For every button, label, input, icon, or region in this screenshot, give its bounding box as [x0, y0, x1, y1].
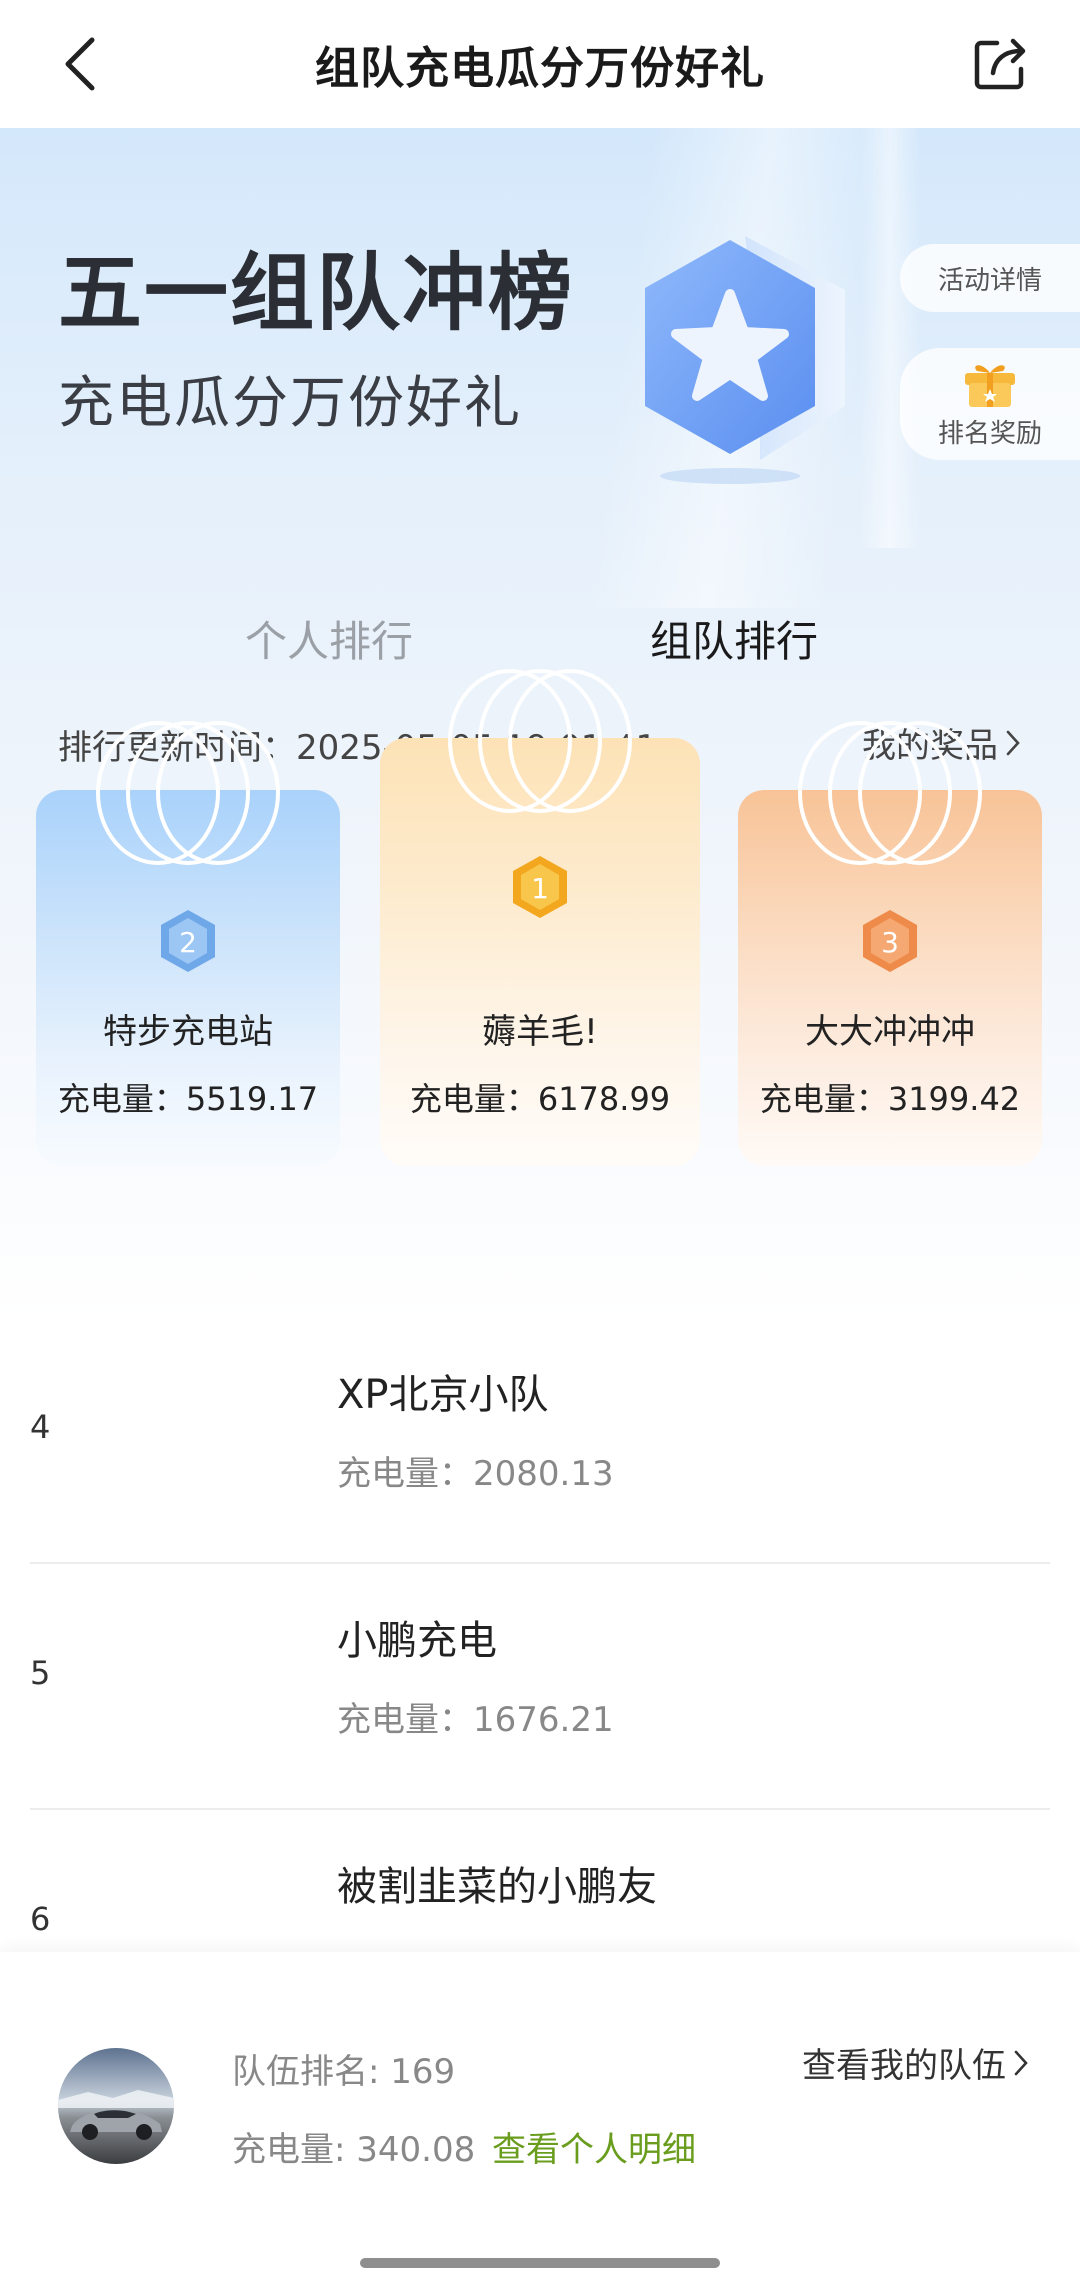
back-button[interactable] [50, 34, 110, 94]
gift-box-icon [965, 364, 1015, 407]
podium-card-first[interactable]: 1 薅羊毛! 充电量：6178.99 [380, 669, 700, 1166]
star-hexagon-badge-icon [645, 236, 845, 484]
tab-team-ranking[interactable]: 组队排行 [650, 608, 818, 669]
rank-2-medal-icon: 2 [161, 910, 215, 972]
view-my-team-link[interactable]: 查看我的队伍 [802, 2038, 1030, 2087]
car-avatar-icon [58, 2048, 174, 2164]
rings-decoration-icon [448, 669, 632, 813]
list-item[interactable]: 4 XP北京小队 充电量：2080.13 [0, 1318, 1080, 1564]
hero-title: 五一组队冲榜 [58, 244, 575, 342]
svg-text:2: 2 [179, 926, 197, 959]
avatar [58, 2048, 174, 2164]
svg-text:3: 3 [881, 926, 899, 959]
team-charge: 充电量：2080.13 [337, 1454, 614, 1494]
rank-number: 6 [30, 1900, 51, 1938]
team-name: 小鹏充电 [337, 1618, 497, 1664]
rank-reward-button[interactable]: 排名奖励 [900, 348, 1080, 460]
share-icon [974, 38, 1026, 90]
team-charge: 充电量：1676.21 [337, 1700, 614, 1740]
chevron-right-icon [1006, 730, 1020, 755]
team-name: XP北京小队 [337, 1372, 549, 1418]
team-rank: 队伍排名: 169 [232, 2052, 456, 2092]
podium-charge: 充电量：3199.42 [759, 1080, 1021, 1118]
team-name: 被割韭菜的小鹏友 [337, 1864, 657, 1910]
view-my-team-label: 查看我的队伍 [802, 2046, 1006, 2086]
activity-detail-label: 活动详情 [937, 265, 1042, 296]
view-personal-detail-link[interactable]: 查看个人明细 [492, 2122, 696, 2171]
rank-number: 4 [30, 1408, 51, 1446]
podium-team-name: 特步充电站 [103, 1012, 273, 1052]
share-button[interactable] [968, 30, 1034, 96]
hero-subtitle: 充电瓜分万份好礼 [58, 371, 522, 436]
chevron-right-icon [1014, 2050, 1028, 2075]
podium-charge: 充电量：5519.17 [57, 1080, 319, 1118]
my-charge: 充电量: 340.08 [232, 2130, 476, 2170]
rings-decoration-icon [798, 721, 982, 865]
rank-reward-label: 排名奖励 [937, 418, 1042, 449]
top-bar: 组队充电瓜分万份好礼 [0, 0, 1080, 128]
rings-decoration-icon [96, 721, 280, 865]
svg-text:1: 1 [531, 872, 549, 905]
activity-detail-button[interactable]: 活动详情 [900, 244, 1080, 312]
rank-3-medal-icon: 3 [863, 910, 917, 972]
list-item[interactable]: 5 小鹏充电 充电量：1676.21 [0, 1564, 1080, 1810]
podium-charge: 充电量：6178.99 [409, 1080, 671, 1118]
podium-card-second[interactable]: 2 特步充电站 充电量：5519.17 [36, 721, 340, 1166]
rank-1-medal-icon: 1 [513, 856, 567, 918]
my-team-footer: 队伍排名: 169 充电量: 340.08 查看个人明细 查看我的队伍 [0, 1952, 1080, 2288]
home-indicator[interactable] [360, 2258, 720, 2268]
ranking-list: 4 XP北京小队 充电量：2080.13 5 小鹏充电 充电量：1676.21 … [0, 1318, 1080, 2056]
rank-number: 5 [30, 1654, 51, 1692]
back-arrow-icon [65, 37, 95, 91]
podium-card-third[interactable]: 3 大大冲冲冲 充电量：3199.42 [738, 721, 1042, 1166]
page-title: 组队充电瓜分万份好礼 [315, 43, 765, 94]
podium-team-name: 薅羊毛! [482, 1012, 598, 1052]
light-streak [860, 128, 920, 548]
podium-team-name: 大大冲冲冲 [805, 1012, 975, 1052]
tab-personal-ranking[interactable]: 个人排行 [245, 608, 413, 669]
